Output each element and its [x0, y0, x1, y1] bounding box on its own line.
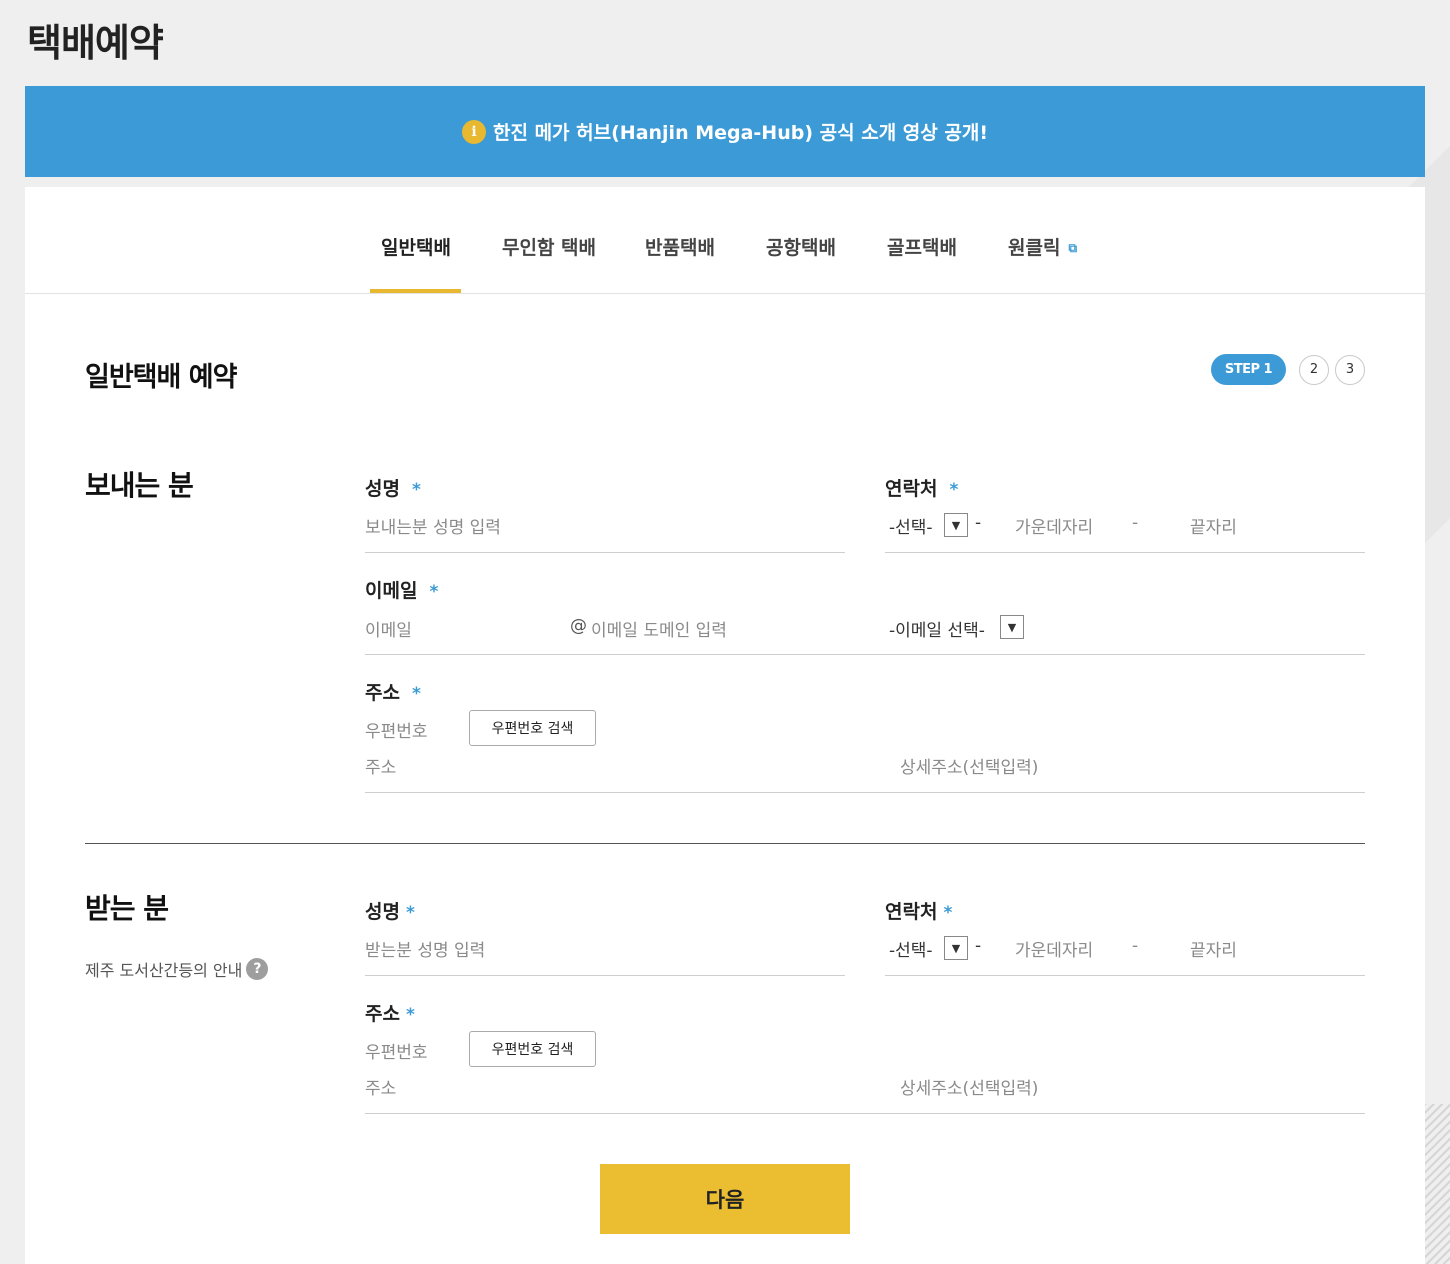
sender-zip-search-button[interactable]: 우편번호 검색 [469, 710, 596, 746]
step-3-circle: 3 [1335, 354, 1365, 385]
tab-general[interactable]: 일반택배 [381, 233, 451, 260]
email-at-sign: @ [570, 616, 587, 636]
tab-bar: 일반택배 무인함 택배 반품택배 공항택배 골프택배 원클릭 ⧉ [25, 187, 1425, 294]
active-tab-indicator [370, 289, 461, 293]
chevron-down-icon[interactable]: ▼ [944, 936, 968, 960]
sender-address-label-text: 주소 [365, 682, 400, 704]
external-link-icon: ⧉ [1068, 241, 1078, 255]
receiver-zip-search-button[interactable]: 우편번호 검색 [469, 1031, 596, 1067]
sender-name-label: 성명 * [365, 474, 421, 501]
sender-phone-underline [885, 552, 1365, 553]
receiver-address-input[interactable]: 주소 [365, 1074, 396, 1099]
sender-address-detail-input[interactable]: 상세주소(선택입력) [900, 753, 1038, 778]
receiver-name-label-text: 성명 [365, 901, 400, 923]
sender-name-input[interactable]: 보내는분 성명 입력 [365, 513, 501, 538]
sender-phone-last-input[interactable]: 끝자리 [1190, 513, 1237, 538]
receiver-address-underline [365, 1113, 1365, 1114]
step-2-circle: 2 [1299, 354, 1329, 385]
sender-email-label: 이메일 * [365, 576, 438, 603]
question-icon[interactable]: ? [246, 958, 269, 980]
receiver-phone-prefix-select[interactable]: -선택- [889, 936, 933, 961]
sender-address-underline [365, 792, 1365, 793]
receiver-address-label: 주소 * [365, 999, 415, 1026]
tab-unmanned-box[interactable]: 무인함 택배 [502, 233, 596, 260]
receiver-phone-label: 연락처 * [885, 897, 952, 924]
background-hatch [1424, 1104, 1450, 1264]
sender-email-underline [365, 654, 1365, 655]
receiver-name-input[interactable]: 받는분 성명 입력 [365, 936, 485, 961]
info-icon: i [462, 119, 486, 144]
sender-title: 보내는 분 [85, 469, 194, 502]
receiver-zip-input[interactable]: 우편번호 [365, 1038, 428, 1063]
sender-name-label-text: 성명 [365, 478, 400, 500]
sender-email-domain-select[interactable]: -이메일 선택- [889, 616, 985, 641]
receiver-phone-underline [885, 975, 1365, 976]
sender-address-input[interactable]: 주소 [365, 753, 396, 778]
required-mark: * [429, 582, 439, 602]
receiver-address-detail-input[interactable]: 상세주소(선택입력) [900, 1074, 1038, 1099]
chevron-down-icon[interactable]: ▼ [1000, 615, 1024, 639]
sender-phone-label-text: 연락처 [885, 478, 938, 500]
phone-dash: - [1132, 513, 1139, 533]
tab-oneclick-label: 원클릭 [1008, 237, 1061, 259]
tab-golf[interactable]: 골프택배 [887, 233, 957, 260]
receiver-phone-label-text: 연락처 [885, 901, 938, 923]
jeju-remote-area-notice-text: 제주 도서산간등의 안내 [85, 961, 243, 980]
sender-phone-middle-input[interactable]: 가운데자리 [1015, 513, 1093, 538]
tab-airport[interactable]: 공항택배 [766, 233, 836, 260]
jeju-remote-area-notice[interactable]: 제주 도서산간등의 안내 ? [85, 957, 269, 981]
sender-zip-input[interactable]: 우편번호 [365, 717, 428, 742]
tab-return[interactable]: 반품택배 [645, 233, 715, 260]
required-mark: * [405, 1005, 415, 1025]
step-1-badge: STEP 1 [1211, 354, 1286, 385]
sender-address-label: 주소 * [365, 678, 421, 705]
phone-dash: - [1132, 936, 1139, 956]
receiver-phone-last-input[interactable]: 끝자리 [1190, 936, 1237, 961]
sender-phone-label: 연락처 * [885, 474, 958, 501]
sender-email-id-input[interactable]: 이메일 [365, 616, 412, 641]
required-mark: * [949, 480, 959, 500]
notice-banner[interactable]: i 한진 메가 허브(Hanjin Mega-Hub) 공식 소개 영상 공개! [25, 86, 1425, 177]
page-title: 택배예약 [27, 21, 164, 65]
chevron-down-icon[interactable]: ▼ [944, 513, 968, 537]
required-mark: * [411, 480, 421, 500]
receiver-name-underline [365, 975, 845, 976]
phone-dash: - [975, 513, 982, 533]
sender-name-underline [365, 552, 845, 553]
next-button[interactable]: 다음 [600, 1164, 850, 1234]
reservation-panel: 일반택배 무인함 택배 반품택배 공항택배 골프택배 원클릭 ⧉ 일반택배 예약 … [25, 187, 1425, 1264]
receiver-name-label: 성명 * [365, 897, 415, 924]
section-title: 일반택배 예약 [85, 362, 237, 393]
step-indicator: STEP 1 2 3 [1211, 354, 1365, 385]
section-divider [85, 843, 1365, 844]
phone-dash: - [975, 936, 982, 956]
receiver-phone-middle-input[interactable]: 가운데자리 [1015, 936, 1093, 961]
sender-phone-prefix-select[interactable]: -선택- [889, 513, 933, 538]
sender-email-label-text: 이메일 [365, 580, 418, 602]
receiver-title: 받는 분 [85, 892, 169, 925]
required-mark: * [411, 684, 421, 704]
sender-email-domain-input[interactable]: 이메일 도메인 입력 [591, 616, 727, 641]
required-mark: * [943, 903, 953, 923]
notice-text[interactable]: 한진 메가 허브(Hanjin Mega-Hub) 공식 소개 영상 공개! [493, 118, 988, 145]
receiver-address-label-text: 주소 [365, 1003, 400, 1025]
required-mark: * [405, 903, 415, 923]
tab-oneclick[interactable]: 원클릭 ⧉ [1008, 233, 1077, 260]
